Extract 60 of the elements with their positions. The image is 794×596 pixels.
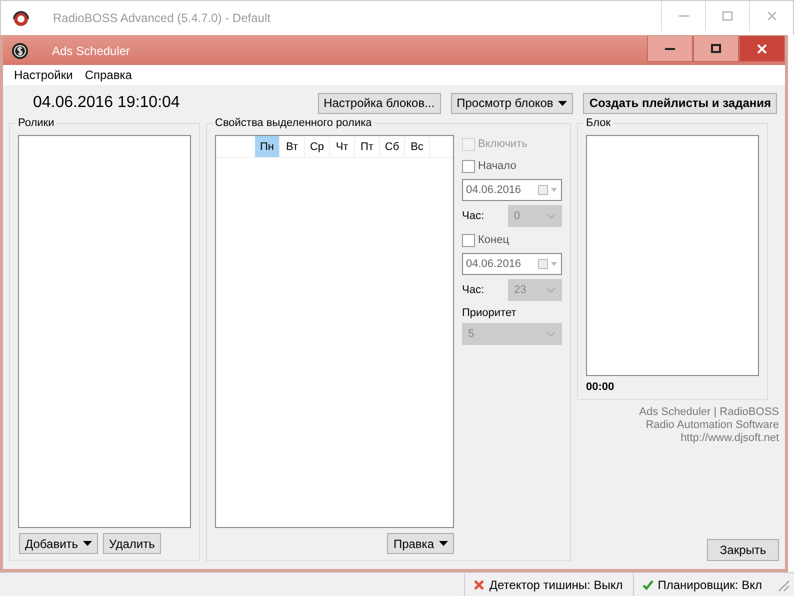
checkbox-label: Начало [478, 160, 516, 172]
date-field[interactable]: 04.06.2016 [462, 253, 562, 275]
about-text: Radio Automation Software [646, 419, 779, 432]
status-text: Детектор тишины: Выкл [489, 578, 623, 592]
checkbox[interactable] [462, 234, 475, 246]
minimize-icon [665, 48, 675, 50]
block-list[interactable] [586, 135, 759, 376]
close-icon [766, 11, 776, 21]
calendar-icon [538, 185, 558, 195]
maximize-button[interactable] [693, 36, 739, 62]
day-tab[interactable]: Ср [305, 136, 330, 157]
close-icon [757, 44, 767, 54]
group-title: Свойства выделенного ролика [213, 117, 374, 129]
field-label: Приоритет [462, 307, 518, 319]
about-text: Ads Scheduler | RadioBOSS [639, 406, 779, 419]
schedule-grid[interactable]: Пн Вт Ср Чт Пт Сб Вс [215, 135, 454, 528]
maximize-icon [722, 11, 733, 21]
edit-button[interactable]: Правка [387, 533, 454, 554]
chevron-icon [546, 213, 556, 219]
ads-list[interactable] [18, 135, 191, 528]
calendar-icon [538, 259, 558, 269]
combo-label: Час: [462, 284, 484, 296]
minimize-icon [678, 15, 688, 17]
window-title: Ads Scheduler [52, 44, 130, 58]
toolbar-button[interactable]: Настройка блоков... [318, 92, 441, 114]
maximize-icon [711, 44, 721, 53]
checkbox[interactable] [462, 160, 475, 172]
caret-icon [558, 100, 568, 106]
about-text: http://www.djsoft.net [680, 432, 779, 445]
menu-item[interactable]: Справка [78, 68, 138, 82]
panel-button[interactable]: Удалить [103, 533, 161, 554]
caret-icon [439, 541, 448, 546]
day-tab[interactable]: Пт [355, 136, 380, 157]
close-button[interactable] [739, 36, 785, 62]
day-tab[interactable]: Вс [405, 136, 430, 157]
duration-text: 00:00 [586, 381, 616, 393]
group-title: Ролики [16, 117, 56, 129]
chevron-icon [546, 287, 556, 293]
caret-icon [83, 541, 92, 546]
checkbox-label: Конец [478, 234, 510, 246]
panel-button[interactable]: Добавить [19, 533, 98, 554]
dollar-icon [11, 42, 29, 60]
toolbar-button[interactable]: Просмотр блоков [450, 92, 574, 114]
day-tab[interactable]: Чт [330, 136, 355, 157]
toolbar-button[interactable]: Создать плейлисты и задания [583, 92, 777, 114]
window-title: RadioBOSS Advanced (5.4.7.0) - Default [53, 11, 270, 25]
day-tab[interactable]: Пн [255, 136, 280, 157]
checkbox-label: Включить [478, 138, 528, 150]
group-title: Блок [584, 117, 613, 129]
close-dialog-button[interactable]: Закрыть [707, 539, 779, 561]
date-field[interactable]: 04.06.2016 [462, 179, 562, 201]
chevron-icon [546, 331, 556, 337]
menu-item[interactable]: Настройки [8, 68, 79, 82]
resize-grip-icon [776, 578, 790, 592]
clock-text: 04.06.2016 19:10:04 [33, 94, 180, 112]
headphones-icon [11, 8, 31, 28]
day-tab[interactable]: Сб [380, 136, 405, 157]
status-text: Планировщик: Вкл [658, 578, 762, 592]
combo-label: Час: [462, 210, 484, 222]
day-tab[interactable]: Вт [280, 136, 305, 157]
